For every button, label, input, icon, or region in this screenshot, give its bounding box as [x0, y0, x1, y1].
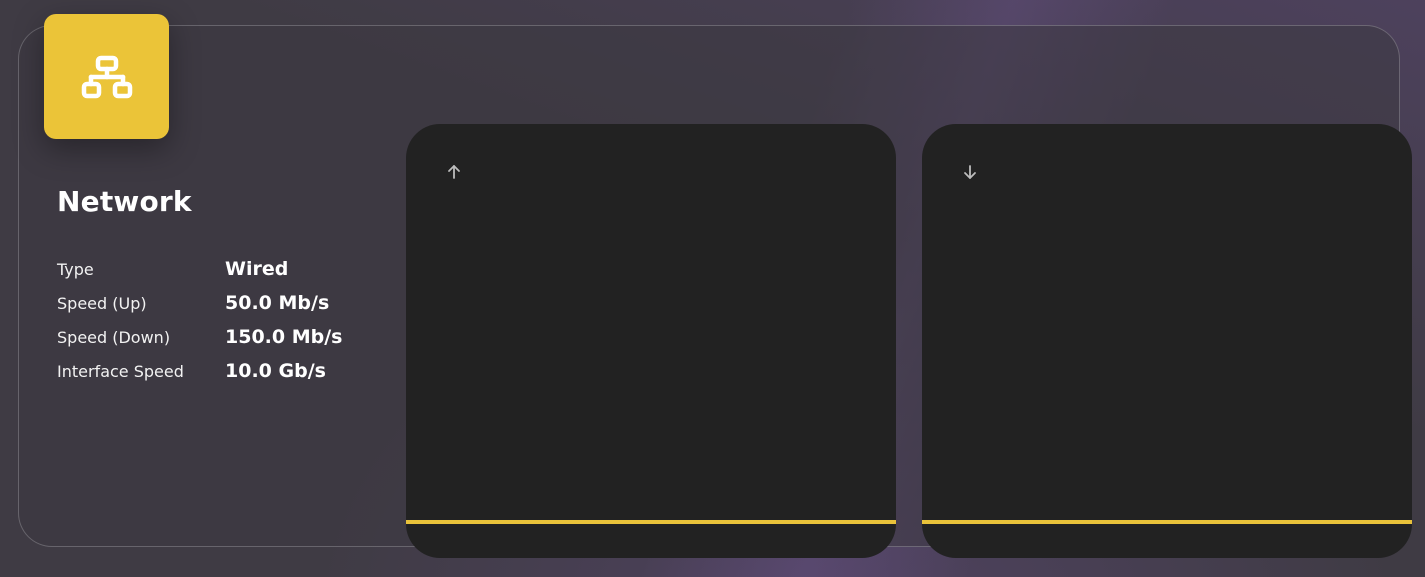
network-icon-tile: [44, 14, 169, 139]
info-label: Speed (Up): [57, 294, 147, 313]
upload-graph-line: [406, 520, 896, 524]
info-value: 10.0 Gb/s: [225, 360, 326, 382]
info-value: 150.0 Mb/s: [225, 326, 343, 348]
info-row-type: Type Wired: [57, 258, 377, 292]
info-row-speed-up: Speed (Up) 50.0 Mb/s: [57, 292, 377, 326]
info-label: Speed (Down): [57, 328, 171, 347]
network-icon: [81, 55, 132, 98]
info-row-interface-speed: Interface Speed 10.0 Gb/s: [57, 360, 377, 394]
network-title: Network: [57, 185, 192, 218]
arrow-up-icon: [448, 165, 460, 179]
info-label: Type: [57, 260, 94, 279]
arrow-down-icon: [964, 165, 976, 179]
upload-graph-card: [406, 124, 896, 558]
info-row-speed-down: Speed (Down) 150.0 Mb/s: [57, 326, 377, 360]
info-label: Interface Speed: [57, 362, 184, 381]
download-graph-card: [922, 124, 1412, 558]
info-value: 50.0 Mb/s: [225, 292, 330, 314]
info-value: Wired: [225, 258, 289, 280]
network-info-list: Type Wired Speed (Up) 50.0 Mb/s Speed (D…: [57, 258, 377, 394]
download-graph-line: [922, 520, 1412, 524]
